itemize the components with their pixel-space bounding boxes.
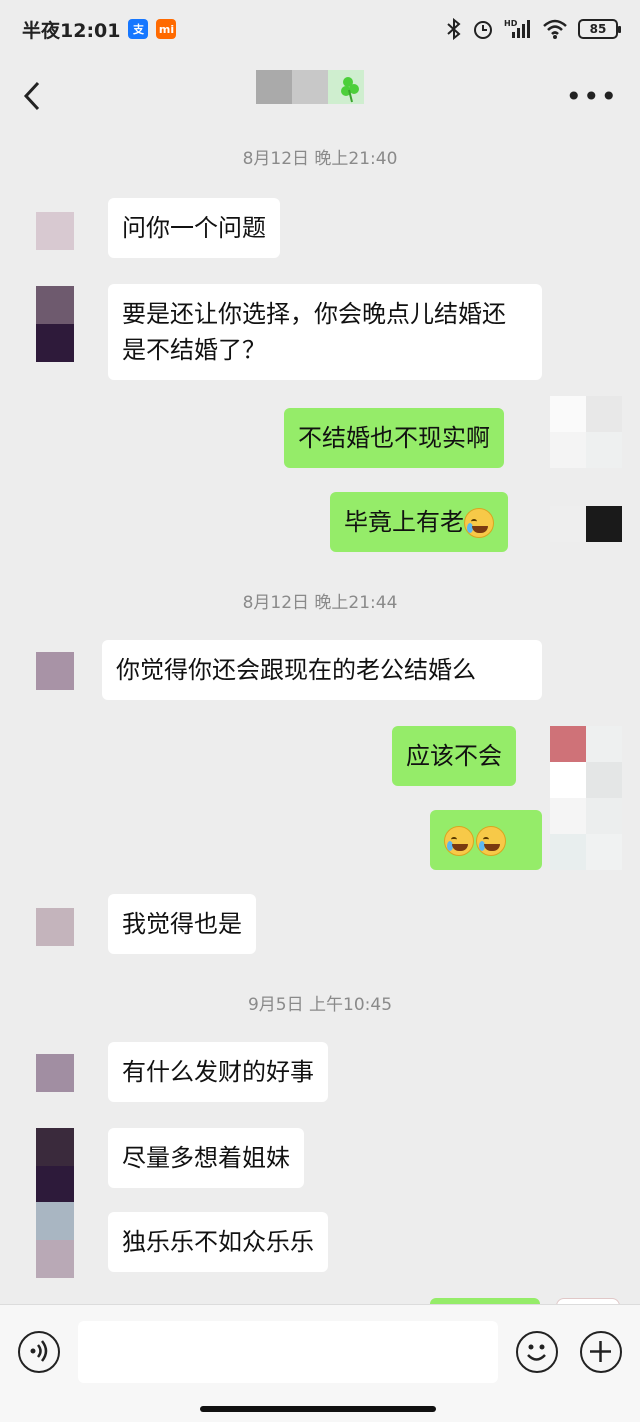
avatar[interactable] bbox=[36, 652, 74, 690]
timestamp: 8月12日 晚上21:44 bbox=[242, 593, 398, 613]
avatar-self[interactable] bbox=[550, 726, 622, 870]
signal-icon: HD bbox=[504, 19, 530, 38]
voice-input-button[interactable] bbox=[18, 1331, 60, 1373]
home-indicator[interactable] bbox=[200, 1406, 436, 1412]
message-bubble-incoming[interactable]: 我觉得也是 bbox=[108, 894, 256, 954]
message-bubble-incoming[interactable]: 独乐乐不如众乐乐 bbox=[108, 1212, 328, 1272]
avatar[interactable] bbox=[36, 1128, 74, 1204]
input-bar bbox=[0, 1304, 640, 1422]
timestamp: 8月12日 晚上21:40 bbox=[242, 149, 398, 169]
emoji-button[interactable] bbox=[516, 1331, 558, 1373]
avatar[interactable] bbox=[36, 286, 74, 362]
message-bubble-outgoing[interactable] bbox=[430, 810, 542, 870]
avatar[interactable] bbox=[36, 908, 74, 946]
message-bubble-outgoing[interactable]: 应该不会 bbox=[392, 726, 516, 786]
avatar-self[interactable] bbox=[550, 506, 622, 542]
message-list[interactable]: 8月12日 晚上21:40 问你一个问题 要是还让你选择，你会晚点儿结婚还是不结… bbox=[0, 134, 640, 1304]
avatar[interactable] bbox=[36, 212, 74, 250]
message-bubble-incoming[interactable]: 要是还让你选择，你会晚点儿结婚还是不结婚了？ bbox=[108, 284, 542, 380]
status-right: HD 85 bbox=[446, 18, 621, 40]
mi-icon: mi bbox=[156, 19, 177, 39]
alipay-icon: 支 bbox=[128, 19, 149, 39]
message-input[interactable] bbox=[78, 1321, 498, 1383]
plus-icon bbox=[590, 1341, 611, 1362]
laugh-cry-emoji-icon bbox=[476, 826, 506, 856]
status-bar: 半夜12:01 支 mi HD 85 bbox=[0, 0, 640, 58]
message-bubble-outgoing[interactable]: 毕竟上有老 bbox=[330, 492, 508, 552]
avatar[interactable] bbox=[36, 1054, 74, 1092]
laugh-cry-emoji-icon bbox=[464, 508, 494, 538]
smiley-icon bbox=[527, 1344, 546, 1361]
chat-header: ••• bbox=[0, 58, 640, 134]
alarm-icon bbox=[474, 21, 492, 39]
laugh-cry-emoji-icon bbox=[444, 826, 474, 856]
more-functions-button[interactable] bbox=[580, 1331, 622, 1373]
avatar-self[interactable] bbox=[550, 396, 622, 468]
message-bubble-incoming[interactable]: 有什么发财的好事 bbox=[108, 1042, 328, 1102]
more-options-button[interactable]: ••• bbox=[565, 80, 618, 113]
chevron-left-icon bbox=[23, 81, 40, 111]
svg-text:HD: HD bbox=[504, 19, 518, 28]
message-bubble-incoming[interactable]: 尽量多想着姐妹 bbox=[108, 1128, 304, 1188]
clock: 半夜12:01 bbox=[22, 19, 121, 42]
back-button[interactable] bbox=[22, 76, 52, 116]
message-bubble-incoming[interactable]: 问你一个问题 bbox=[108, 198, 280, 258]
contact-name-pixelated bbox=[256, 70, 364, 104]
timestamp: 9月5日 上午10:45 bbox=[247, 995, 393, 1015]
wifi-icon bbox=[543, 19, 567, 39]
message-bubble-outgoing[interactable]: 不结婚也不现实啊 bbox=[284, 408, 504, 468]
status-left: 半夜12:01 支 mi bbox=[22, 16, 177, 43]
avatar[interactable] bbox=[36, 1202, 74, 1278]
message-text: 毕竟上有老 bbox=[344, 508, 464, 536]
shamrock-icon bbox=[328, 70, 364, 104]
bluetooth-icon bbox=[447, 18, 461, 40]
message-bubble-incoming[interactable]: 你觉得你还会跟现在的老公结婚么 bbox=[102, 640, 542, 700]
voice-icon bbox=[30, 1340, 48, 1362]
battery-indicator: 85 bbox=[578, 19, 621, 39]
